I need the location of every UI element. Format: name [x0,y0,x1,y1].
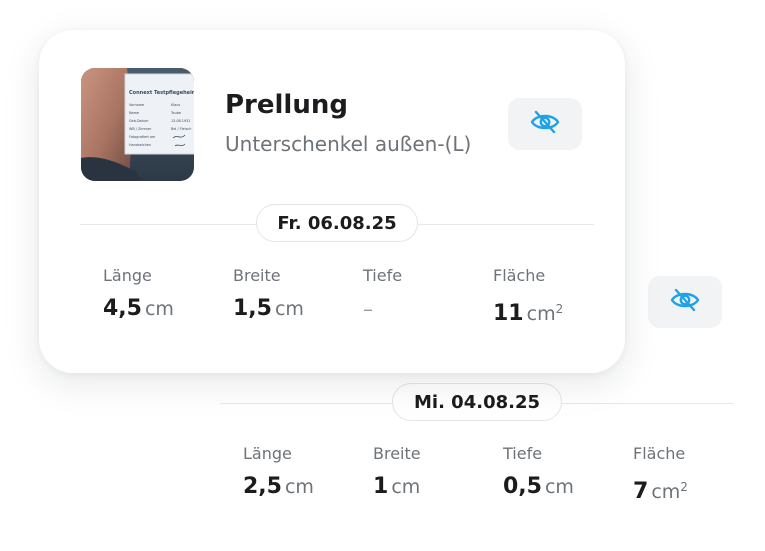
visibility-toggle-button[interactable] [508,98,582,150]
date-pill[interactable]: Fr. 06.08.25 [256,204,418,242]
svg-text:Geb.Datum: Geb.Datum [129,119,149,123]
svg-text:WB / Zimmer: WB / Zimmer [129,127,152,131]
metric-value: 1,5 cm [233,296,304,321]
svg-text:Vorname: Vorname [129,103,144,107]
svg-text:Klaus: Klaus [171,103,180,107]
metric-tiefe: Tiefe – [363,265,493,324]
svg-text:Handzeichen: Handzeichen [129,143,151,147]
metric-label: Fläche [633,444,686,463]
wound-photo-thumbnail[interactable]: Connext Testpflegeheim Vorname Name Geb.… [81,68,194,181]
metric-value: 0,5 cm [503,474,574,499]
metric-value: 7 cm2 [633,479,688,504]
visibility-toggle-button-secondary[interactable] [648,276,722,328]
wound-location: Unterschenkel außen-(L) [225,132,472,156]
metric-value: 1 cm [373,474,421,499]
date-pill[interactable]: Mi. 04.08.25 [392,383,562,421]
metric-breite: Breite 1 cm [373,443,503,502]
metric-label: Tiefe [363,266,403,285]
svg-text:Bel / Fleisch: Bel / Fleisch [171,127,191,131]
metric-value: – [363,297,373,321]
eye-slash-icon [669,286,701,318]
eye-slash-icon [529,108,561,140]
metric-value: 11 cm2 [493,301,564,326]
metric-value: 4,5 cm [103,296,174,321]
metric-label: Tiefe [503,444,543,463]
metric-value: 2,5 cm [243,474,314,499]
wound-title: Prellung [225,90,348,120]
wound-photo: Connext Testpflegeheim Vorname Name Geb.… [81,68,194,181]
measurement-row-first: Länge 4,5 cm Breite 1,5 cm Tiefe – Fläche … [103,265,623,326]
wound-card[interactable]: Connext Testpflegeheim Vorname Name Geb.… [39,30,625,373]
metric-breite: Breite 1,5 cm [233,265,363,324]
metric-label: Länge [243,444,292,463]
svg-text:Fotografiert am: Fotografiert am [129,135,156,139]
metric-label: Breite [233,266,281,285]
metric-label: Breite [373,444,421,463]
svg-text:Connext Testpflegeheim: Connext Testpflegeheim [129,90,194,96]
date-divider-second: Mi. 04.08.25 [220,383,734,423]
metric-label: Länge [103,266,152,285]
wound-measurement-view: Mi. 04.08.25 Länge 2,5 cm Breite 1 cm Tief… [0,0,765,551]
svg-text:Name: Name [129,111,139,115]
svg-text:Taube: Taube [170,111,181,115]
metric-tiefe: Tiefe 0,5 cm [503,443,633,502]
metric-label: Fläche [493,266,546,285]
svg-text:13.08.1931: 13.08.1931 [171,119,190,123]
metric-flaeche: Fläche 7 cm2 [633,443,763,504]
metric-flaeche: Fläche 11 cm2 [493,265,623,326]
metric-laenge: Länge 4,5 cm [103,265,233,324]
measurement-row-second: Länge 2,5 cm Breite 1 cm Tiefe 0,5 cm Fläch… [243,443,763,504]
date-divider-first: Fr. 06.08.25 [80,204,594,244]
metric-laenge: Länge 2,5 cm [243,443,373,502]
